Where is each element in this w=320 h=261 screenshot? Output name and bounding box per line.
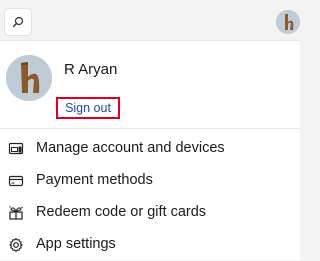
- sign-out-label: Sign out: [65, 101, 111, 115]
- credit-card-icon: [8, 175, 24, 187]
- search-icon: [12, 16, 24, 28]
- sign-out-link[interactable]: Sign out: [56, 97, 120, 119]
- profile-avatar: [6, 55, 52, 101]
- account-devices-icon: [8, 142, 24, 155]
- menu-item-app-settings[interactable]: App settings: [0, 229, 300, 261]
- profile-avatar-image: [6, 55, 52, 101]
- avatar[interactable]: [276, 10, 300, 34]
- gear-icon: [9, 237, 23, 253]
- search-button[interactable]: [4, 8, 32, 36]
- menu-item-label: App settings: [36, 236, 116, 252]
- menu-item-payment-methods[interactable]: Payment methods: [0, 165, 300, 197]
- menu-item-label: Payment methods: [36, 172, 153, 188]
- menu-item-label: Redeem code or gift cards: [36, 204, 207, 220]
- divider: [0, 128, 300, 129]
- gift-icon: [9, 206, 23, 220]
- menu-item-manage-account[interactable]: Manage account and devices: [0, 133, 300, 165]
- avatar-image: [276, 10, 300, 34]
- menu-item-redeem-code[interactable]: Redeem code or gift cards: [0, 197, 300, 229]
- user-name: R Aryan: [64, 61, 118, 78]
- menu-item-label: Manage account and devices: [36, 140, 225, 156]
- account-menu-panel: R Aryan Sign out Manage account and devi…: [0, 40, 300, 260]
- top-bar: [0, 0, 300, 44]
